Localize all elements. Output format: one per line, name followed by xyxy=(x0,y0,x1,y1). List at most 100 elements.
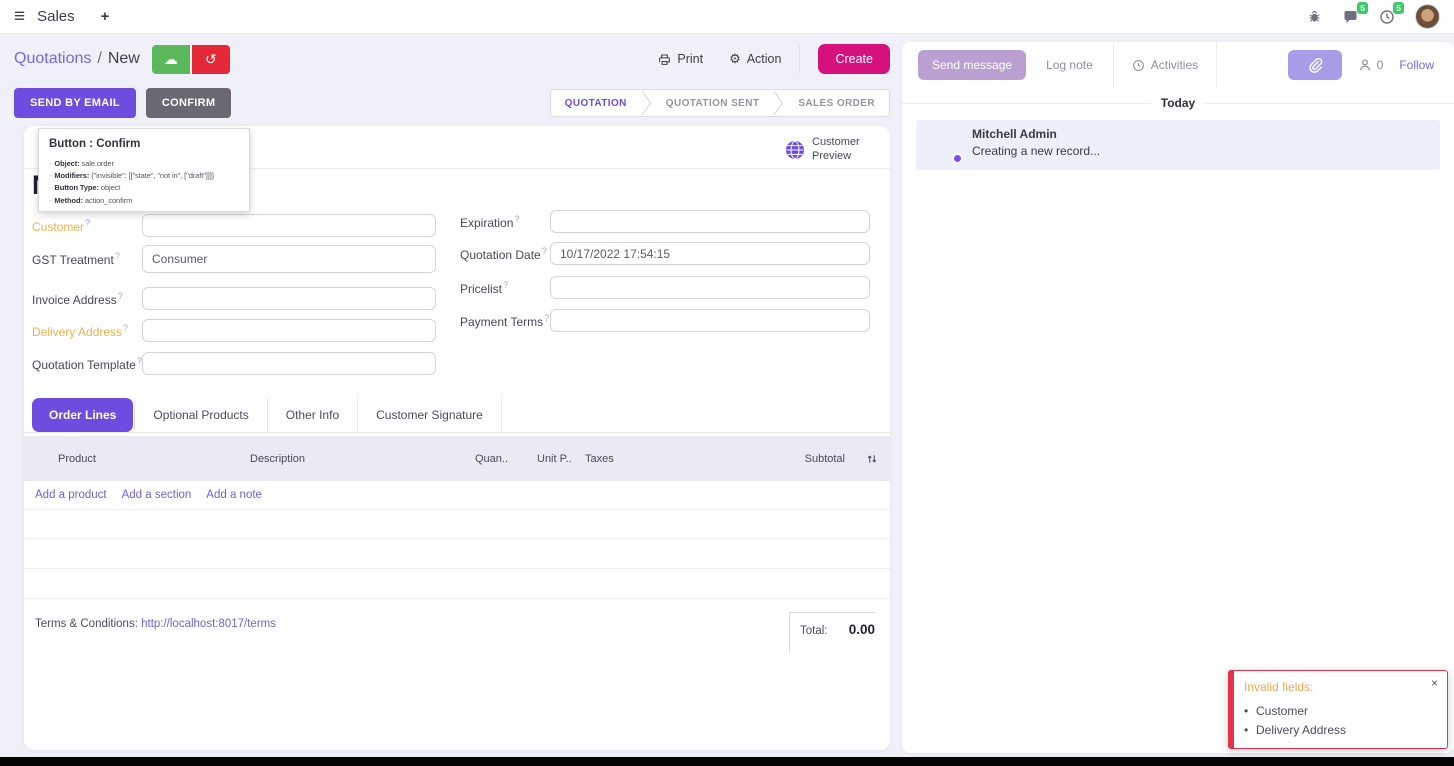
tab-order-lines[interactable]: Order Lines xyxy=(32,398,133,432)
message-body: Creating a new record... xyxy=(972,144,1100,158)
stage-quotation[interactable]: QUOTATION xyxy=(551,90,641,116)
field-row-delivery-address: Delivery Address? xyxy=(32,319,436,342)
add-a-product-link[interactable]: Add a product xyxy=(35,489,107,501)
activities-badge: 5 xyxy=(1393,2,1404,14)
terms-label: Terms & Conditions: xyxy=(35,618,138,630)
messages-icon[interactable]: 5 xyxy=(1342,9,1359,25)
follower-person-icon xyxy=(1358,58,1372,72)
undo-discard-icon: ↺ xyxy=(205,51,217,68)
field-row-invoice-address: Invoice Address? xyxy=(32,287,436,310)
tooltip-row: ◦Object: sale.order xyxy=(49,158,239,170)
follow-button[interactable]: Follow xyxy=(1399,58,1434,72)
breadcrumb-quotations-link[interactable]: Quotations xyxy=(14,50,91,68)
add-a-note-link[interactable]: Add a note xyxy=(206,489,262,501)
printer-icon xyxy=(658,53,671,66)
field-row-expiration: Expiration? xyxy=(460,210,870,233)
pricelist-label: Pricelist? xyxy=(460,280,550,296)
screen-edge-bar xyxy=(0,757,1454,766)
toast-close-icon[interactable]: × xyxy=(1431,676,1438,690)
tab-optional-products[interactable]: Optional Products xyxy=(134,398,267,432)
column-unit-price[interactable]: Unit P.. xyxy=(537,436,572,481)
paperclip-icon xyxy=(1307,57,1323,73)
add-a-section-link[interactable]: Add a section xyxy=(122,489,192,501)
pricelist-input[interactable] xyxy=(550,276,870,299)
order-lines-header: Product Description Quan.. Unit P.. Taxe… xyxy=(24,436,890,481)
quotation-date-input[interactable] xyxy=(550,242,870,265)
field-row-quotation-date: Quotation Date? xyxy=(460,242,870,265)
hamburger-menu-icon[interactable]: ≡ xyxy=(14,7,25,26)
debug-bug-icon[interactable] xyxy=(1307,9,1322,24)
new-tab-button[interactable]: + xyxy=(101,8,110,25)
field-row-payment-terms: Payment Terms? xyxy=(460,309,870,332)
gst-treatment-input[interactable] xyxy=(142,245,436,273)
order-line-empty-row xyxy=(24,509,890,539)
optional-columns-icon[interactable] xyxy=(866,436,878,481)
followers-count: 0 xyxy=(1377,58,1384,72)
quotation-form-sheet: Customer Preview New Button : Confirm ◦O… xyxy=(24,126,890,750)
tab-customer-signature[interactable]: Customer Signature xyxy=(358,398,502,432)
followers-button[interactable]: 0 xyxy=(1358,58,1384,72)
activities-clock-icon[interactable]: 5 xyxy=(1379,9,1395,25)
expiration-label: Expiration? xyxy=(460,214,550,230)
tab-other-info[interactable]: Other Info xyxy=(268,398,358,432)
field-row-pricelist: Pricelist? xyxy=(460,276,870,299)
message-avatar xyxy=(926,127,962,163)
column-product[interactable]: Product xyxy=(58,436,96,481)
order-line-empty-row xyxy=(24,569,890,599)
payment-terms-label: Payment Terms? xyxy=(460,313,550,329)
stage-chevron-icon xyxy=(773,90,784,116)
delivery-address-label: Delivery Address? xyxy=(32,323,142,339)
send-message-button[interactable]: Send message xyxy=(918,50,1026,80)
toast-title: Invalid fields: xyxy=(1244,680,1437,694)
expiration-input[interactable] xyxy=(550,210,870,233)
cloud-save-icon: ☁ xyxy=(164,51,178,68)
action-button[interactable]: ⚙ Action xyxy=(729,51,781,67)
invalid-field-item: Delivery Address xyxy=(1244,721,1437,740)
column-description[interactable]: Description xyxy=(250,436,305,481)
statusbar: QUOTATION QUOTATION SENT SALES ORDER xyxy=(550,89,890,117)
stage-chevron-icon xyxy=(641,90,652,116)
payment-terms-input[interactable] xyxy=(550,309,870,332)
stage-sales-order[interactable]: SALES ORDER xyxy=(784,90,889,116)
delivery-address-input[interactable] xyxy=(142,319,436,342)
app-menu-sales[interactable]: Sales xyxy=(37,8,75,25)
log-note-button[interactable]: Log note xyxy=(1046,58,1093,72)
attach-files-button[interactable] xyxy=(1288,50,1342,80)
customer-input[interactable] xyxy=(142,214,436,237)
chatter-header: Send message Log note Activities 0 Follo… xyxy=(902,42,1454,88)
confirm-button[interactable]: CONFIRM xyxy=(146,88,231,118)
chatter-message: Mitchell Admin Creating a new record... xyxy=(916,120,1440,170)
gst-treatment-label: GST Treatment? xyxy=(32,251,142,267)
column-quantity[interactable]: Quan.. xyxy=(475,436,508,481)
field-row-gst-treatment: GST Treatment? xyxy=(32,245,436,273)
stage-quotation-sent[interactable]: QUOTATION SENT xyxy=(652,90,774,116)
order-line-empty-row xyxy=(24,539,890,569)
column-subtotal[interactable]: Subtotal xyxy=(805,436,845,481)
notebook-tabs: Order Lines Optional Products Other Info… xyxy=(24,398,890,433)
date-divider-label: Today xyxy=(1161,96,1195,110)
presence-dot xyxy=(952,153,963,164)
user-avatar[interactable] xyxy=(1415,4,1440,29)
tooltip-title: Button : Confirm xyxy=(49,138,239,150)
invoice-address-input[interactable] xyxy=(142,287,436,310)
save-record-button[interactable]: ☁ xyxy=(152,45,190,74)
schedule-activity-button[interactable]: Activities xyxy=(1113,42,1217,88)
totals-box: Total: 0.00 xyxy=(789,612,875,652)
send-by-email-button[interactable]: SEND BY EMAIL xyxy=(14,88,136,118)
create-button[interactable]: Create xyxy=(818,44,890,74)
date-divider: Today xyxy=(902,96,1454,110)
order-lines-add-links: Add a product Add a section Add a note xyxy=(35,483,262,507)
column-taxes[interactable]: Taxes xyxy=(585,436,614,481)
top-navbar: ≡ Sales + 5 5 xyxy=(0,0,1454,34)
quotation-template-label: Quotation Template? xyxy=(32,356,142,372)
terms-and-conditions: Terms & Conditions: http://localhost:801… xyxy=(35,618,276,630)
customer-preview-button[interactable]: Customer Preview xyxy=(779,132,880,168)
total-label: Total: xyxy=(800,625,828,637)
message-author: Mitchell Admin xyxy=(972,127,1100,141)
chatter-panel: Send message Log note Activities 0 Follo… xyxy=(902,42,1454,753)
toolbar-divider xyxy=(799,45,800,73)
print-button[interactable]: Print xyxy=(658,52,703,66)
discard-record-button[interactable]: ↺ xyxy=(192,45,230,74)
quotation-template-input[interactable] xyxy=(142,352,436,375)
terms-link[interactable]: http://localhost:8017/terms xyxy=(141,618,276,630)
